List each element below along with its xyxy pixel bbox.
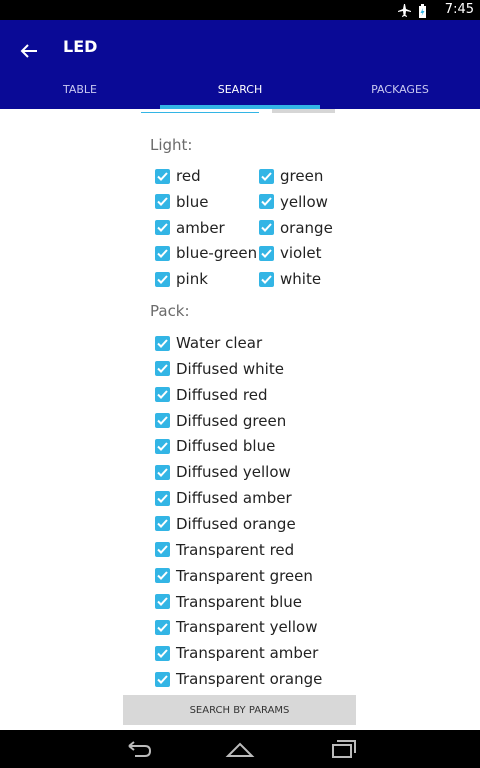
checkbox-checked-icon[interactable]: [259, 168, 274, 184]
checkbox-item[interactable]: amber: [155, 217, 225, 239]
checkbox-label: Transparent yellow: [176, 618, 318, 637]
checkbox-item[interactable]: Diffused blue: [155, 435, 275, 457]
checkbox-label: Transparent orange: [176, 670, 323, 689]
checkbox-item[interactable]: violet: [259, 242, 322, 264]
search-panel[interactable]: Light: red green blue yellow amber orange blue…: [0, 109, 480, 730]
checkbox-checked-icon[interactable]: [155, 387, 170, 403]
search-input[interactable]: [141, 109, 259, 113]
checkbox-label: Transparent amber: [176, 644, 319, 663]
checkbox-item[interactable]: Water clear: [155, 332, 262, 354]
checkbox-checked-icon[interactable]: [155, 645, 170, 661]
checkbox-checked-icon[interactable]: [155, 671, 170, 687]
status-bar: 7:45: [0, 0, 480, 20]
pack-section-label: Pack:: [150, 302, 190, 320]
checkbox-item[interactable]: Transparent red: [155, 539, 294, 561]
app-bar: LED TABLE SEARCH PACKAGES: [0, 20, 480, 109]
checkbox-item[interactable]: Diffused yellow: [155, 461, 291, 483]
checkbox-label: Transparent red: [176, 540, 295, 559]
checkbox-item[interactable]: Diffused white: [155, 358, 284, 380]
checkbox-checked-icon[interactable]: [259, 220, 274, 236]
checkbox-label: green: [280, 167, 324, 185]
checkbox-checked-icon[interactable]: [155, 594, 170, 609]
checkbox-item[interactable]: Diffused red: [155, 384, 267, 406]
checkbox-item[interactable]: Diffused orange: [155, 513, 296, 535]
recent-apps-icon[interactable]: [327, 738, 357, 760]
checkbox-label: Diffused green: [176, 411, 287, 430]
checkbox-item[interactable]: Transparent orange: [155, 668, 322, 690]
checkbox-checked-icon[interactable]: [259, 271, 274, 287]
home-icon[interactable]: [225, 738, 255, 760]
back-nav-icon[interactable]: [123, 738, 153, 760]
checkbox-label: Diffused blue: [176, 437, 276, 456]
checkbox-item[interactable]: Transparent green: [155, 565, 313, 587]
checkbox-checked-icon[interactable]: [155, 490, 170, 506]
checkbox-item[interactable]: white: [259, 268, 321, 290]
light-section-label: Light:: [150, 136, 193, 154]
airplane-icon: [398, 4, 411, 17]
checkbox-item[interactable]: pink: [155, 268, 208, 290]
checkbox-item[interactable]: green: [259, 165, 323, 187]
checkbox-checked-icon[interactable]: [155, 413, 170, 429]
checkbox-label: Diffused orange: [176, 514, 296, 533]
checkbox-checked-icon[interactable]: [155, 168, 170, 184]
checkbox-checked-icon[interactable]: [259, 245, 274, 261]
checkbox-label: red: [176, 167, 201, 185]
checkbox-item[interactable]: orange: [259, 217, 333, 239]
checkbox-checked-icon[interactable]: [155, 516, 170, 532]
checkbox-item[interactable]: Diffused green: [155, 410, 286, 432]
status-icons: [398, 3, 428, 18]
checkbox-checked-icon[interactable]: [155, 220, 170, 236]
checkbox-checked-icon[interactable]: [155, 245, 170, 261]
checkbox-checked-icon[interactable]: [155, 271, 170, 287]
checkbox-checked-icon[interactable]: [155, 542, 170, 558]
checkbox-label: yellow: [280, 192, 328, 211]
checkbox-label: Diffused white: [176, 359, 284, 378]
checkbox-label: blue: [176, 192, 209, 211]
status-time: 7:45: [444, 2, 474, 17]
checkbox-item[interactable]: Diffused amber: [155, 487, 292, 509]
checkbox-label: violet: [280, 244, 322, 263]
checkbox-checked-icon[interactable]: [155, 194, 170, 210]
checkbox-label: blue-green: [176, 244, 258, 263]
checkbox-checked-icon[interactable]: [155, 464, 170, 480]
checkbox-checked-icon[interactable]: [155, 619, 170, 635]
checkbox-item[interactable]: blue: [155, 191, 208, 213]
checkbox-item[interactable]: Transparent yellow: [155, 616, 317, 638]
checkbox-checked-icon[interactable]: [155, 361, 170, 377]
checkbox-checked-icon[interactable]: [155, 568, 170, 584]
checkbox-label: Transparent green: [176, 566, 313, 585]
page-title: LED: [63, 37, 98, 56]
checkbox-label: orange: [280, 218, 333, 237]
checkbox-label: Diffused yellow: [176, 463, 291, 482]
checkbox-label: Diffused red: [176, 385, 268, 404]
search-by-params-button[interactable]: SEARCH BY PARAMS: [123, 695, 356, 725]
checkbox-checked-icon[interactable]: [155, 438, 170, 454]
checkbox-label: Diffused amber: [176, 489, 292, 508]
checkbox-checked-icon[interactable]: [259, 194, 274, 210]
checkbox-checked-icon[interactable]: [155, 335, 170, 351]
search-button-partial[interactable]: [272, 109, 335, 113]
checkbox-label: amber: [176, 218, 225, 237]
checkbox-item[interactable]: red: [155, 165, 201, 187]
tab-packages[interactable]: PACKAGES: [320, 80, 480, 109]
arrow-back-icon[interactable]: [14, 36, 44, 66]
checkbox-item[interactable]: blue-green: [155, 242, 257, 264]
checkbox-item[interactable]: yellow: [259, 191, 328, 213]
checkbox-label: Water clear: [176, 334, 263, 352]
navigation-bar: [0, 730, 480, 768]
tab-table[interactable]: TABLE: [0, 80, 160, 109]
checkbox-item[interactable]: Transparent blue: [155, 591, 302, 613]
checkbox-label: white: [280, 270, 322, 289]
checkbox-label: Transparent blue: [176, 592, 302, 611]
checkbox-label: pink: [176, 270, 208, 289]
battery-charging-icon: [419, 4, 426, 18]
checkbox-item[interactable]: Transparent amber: [155, 642, 318, 664]
